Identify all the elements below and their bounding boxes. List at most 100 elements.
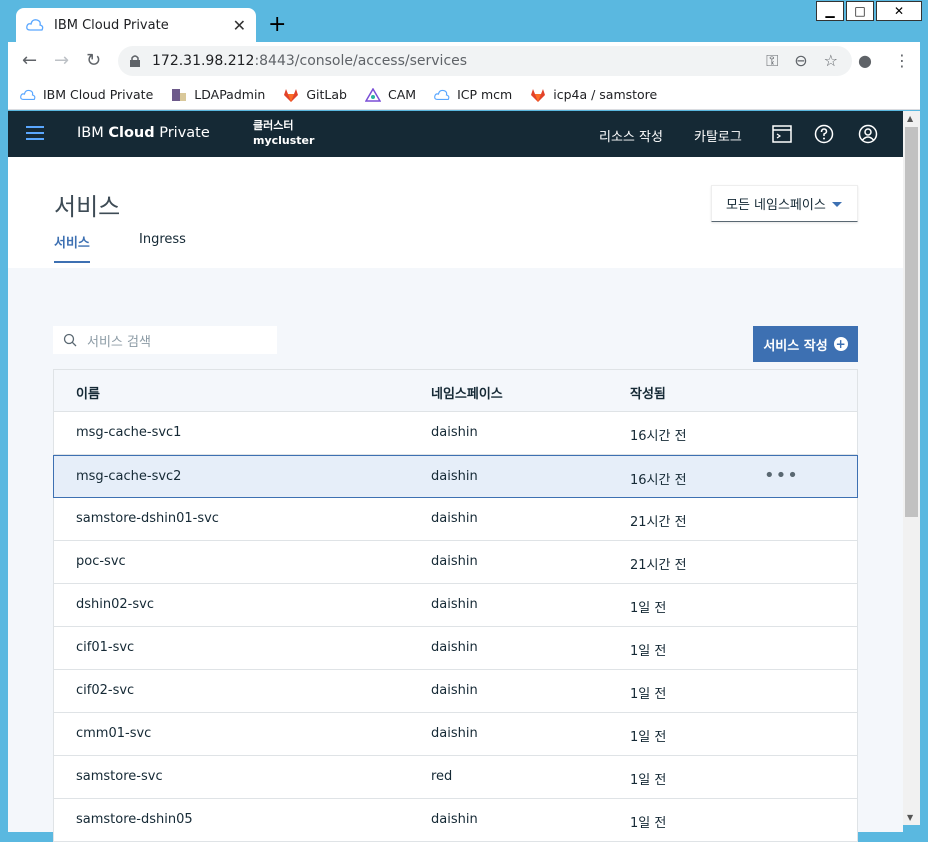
column-header-created[interactable]: 작성됨 [630, 383, 666, 402]
service-namespace: daishin [431, 469, 478, 484]
app-header: IBM Cloud Private 클러스터 mycluster 리소스 작성 … [8, 111, 903, 157]
cluster-info: 클러스터 mycluster [253, 118, 314, 148]
scrollbar-thumb[interactable] [905, 127, 918, 517]
scroll-up-icon[interactable]: ▲ [907, 114, 913, 123]
caret-down-icon [831, 202, 842, 207]
table-row[interactable]: poc-svc daishin 21시간 전 [53, 541, 858, 584]
cluster-name: mycluster [253, 134, 315, 147]
service-name[interactable]: samstore-dshin01-svc [76, 511, 219, 526]
service-namespace: daishin [431, 554, 478, 569]
lock-icon [130, 55, 140, 67]
user-icon[interactable] [858, 124, 878, 144]
namespace-dropdown[interactable]: 모든 네임스페이스 [711, 185, 858, 222]
table-row[interactable]: msg-cache-svc2 daishin 16시간 전 ••• [53, 455, 858, 498]
zoom-icon[interactable]: ⊖ [794, 51, 807, 71]
service-name[interactable]: poc-svc [76, 554, 126, 569]
service-created: 21시간 전 [630, 558, 687, 573]
table-header-row: 이름 네임스페이스 작성됨 [53, 369, 858, 412]
key-icon[interactable]: ⚿ [766, 51, 778, 71]
service-created: 1일 전 [630, 730, 667, 745]
cloud-icon [20, 89, 36, 100]
service-created: 1일 전 [630, 816, 667, 831]
bookmark-item[interactable]: IBM Cloud Private [20, 87, 153, 102]
browser-toolbar: ← → ↻ 172.31.98.212:8443/console/access/… [8, 42, 920, 80]
reload-icon[interactable]: ↻ [86, 50, 101, 71]
service-name[interactable]: samstore-svc [76, 769, 163, 784]
service-name[interactable]: dshin02-svc [76, 597, 154, 612]
overflow-menu-icon[interactable]: ••• [764, 465, 799, 486]
service-created: 1일 전 [630, 601, 667, 616]
service-name[interactable]: cif02-svc [76, 683, 134, 698]
table-row[interactable]: dshin02-svc daishin 1일 전 [53, 584, 858, 627]
service-namespace: daishin [431, 425, 478, 440]
forward-icon[interactable]: → [54, 50, 69, 71]
ldap-icon [172, 88, 187, 101]
browser-tab[interactable]: IBM Cloud Private ✕ [16, 8, 256, 42]
help-icon[interactable] [814, 124, 834, 144]
maximize-icon[interactable]: □ [846, 1, 874, 21]
namespace-dropdown-label: 모든 네임스페이스 [726, 198, 826, 213]
new-tab-icon[interactable]: + [268, 12, 286, 37]
star-icon[interactable]: ☆ [824, 51, 838, 71]
address-bar[interactable]: 172.31.98.212:8443/console/access/servic… [118, 46, 852, 76]
table-row[interactable]: msg-cache-svc1 daishin 16시간 전 [53, 412, 858, 455]
service-name[interactable]: cmm01-svc [76, 726, 151, 741]
browser-window: ▁ □ ✕ IBM Cloud Private ✕ + ← → ↻ 172.31… [0, 0, 928, 842]
page-content: 서비스 서비스 Ingress 모든 네임스페이스 서비스 검색 서비스 작성 … [8, 157, 903, 842]
tab-ingress[interactable]: Ingress [139, 232, 186, 257]
vertical-scrollbar[interactable]: ▲ ▼ [903, 111, 920, 825]
service-name[interactable]: msg-cache-svc2 [76, 469, 181, 484]
service-name[interactable]: msg-cache-svc1 [76, 425, 181, 440]
create-resource-link[interactable]: 리소스 작성 [599, 126, 663, 145]
service-name[interactable]: samstore-dshin05 [76, 812, 193, 827]
service-namespace: daishin [431, 511, 478, 526]
service-namespace: daishin [431, 597, 478, 612]
gitlab-icon [284, 88, 299, 102]
bookmarks-bar: IBM Cloud Private LDAPadmin GitLab CAM I… [8, 80, 920, 110]
url-host: 172.31.98.212 [152, 53, 255, 69]
service-created: 1일 전 [630, 773, 667, 788]
service-namespace: daishin [431, 640, 478, 655]
menu-icon[interactable]: ⋮ [894, 51, 910, 70]
bookmark-item[interactable]: GitLab [283, 87, 347, 102]
column-header-name[interactable]: 이름 [76, 383, 100, 402]
table-row[interactable]: cif02-svc daishin 1일 전 [53, 670, 858, 713]
terminal-icon[interactable] [772, 124, 792, 144]
search-input[interactable]: 서비스 검색 [53, 326, 277, 354]
cloud-icon [26, 19, 44, 31]
cloud-icon [434, 89, 450, 100]
hamburger-menu-icon[interactable] [26, 126, 44, 144]
column-header-namespace[interactable]: 네임스페이스 [431, 383, 503, 402]
service-created: 1일 전 [630, 687, 667, 702]
page-title: 서비스 [54, 193, 121, 221]
service-namespace: daishin [431, 812, 478, 827]
catalog-link[interactable]: 카탈로그 [694, 126, 742, 145]
url-path: :8443/console/access/services [254, 53, 468, 69]
bookmark-item[interactable]: LDAPadmin [171, 87, 265, 102]
table-row[interactable]: samstore-svc red 1일 전 [53, 756, 858, 799]
service-created: 16시간 전 [630, 473, 687, 488]
service-name[interactable]: cif01-svc [76, 640, 134, 655]
create-service-button[interactable]: 서비스 작성 + [753, 326, 858, 362]
bookmark-item[interactable]: ICP mcm [434, 87, 512, 102]
account-icon[interactable]: ● [858, 51, 872, 70]
table-row[interactable]: samstore-dshin05 daishin 1일 전 [53, 799, 858, 842]
brand-suffix: Private [154, 125, 210, 141]
brand-logo[interactable]: IBM Cloud Private [77, 125, 210, 141]
back-icon[interactable]: ← [22, 50, 37, 71]
bookmark-item[interactable]: CAM [364, 87, 416, 102]
tab-services[interactable]: 서비스 [54, 232, 90, 263]
table-row[interactable]: cif01-svc daishin 1일 전 [53, 627, 858, 670]
minimize-icon[interactable]: ▁ [816, 1, 844, 21]
bookmark-item[interactable]: icp4a / samstore [530, 87, 657, 102]
service-namespace: daishin [431, 683, 478, 698]
search-placeholder: 서비스 검색 [87, 334, 151, 350]
close-window-icon[interactable]: ✕ [876, 1, 922, 21]
cluster-label: 클러스터 [253, 119, 294, 132]
search-icon [63, 333, 77, 347]
close-tab-icon[interactable]: ✕ [233, 16, 246, 35]
table-row[interactable]: cmm01-svc daishin 1일 전 [53, 713, 858, 756]
table-row[interactable]: samstore-dshin01-svc daishin 21시간 전 [53, 498, 858, 541]
scroll-down-icon[interactable]: ▼ [907, 813, 913, 822]
bookmark-label: icp4a / samstore [553, 87, 658, 102]
